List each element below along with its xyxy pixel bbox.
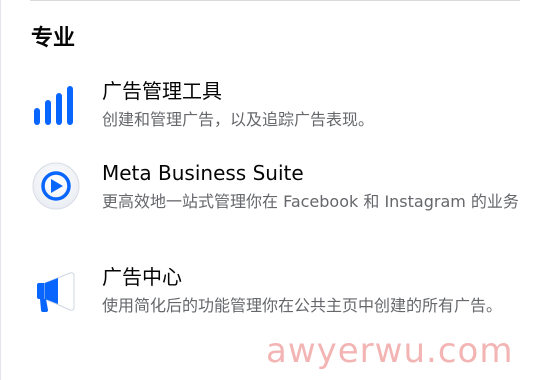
left-border [0,0,1,380]
menu-item-title: Meta Business Suite [102,161,304,185]
menu-item-meta-business-suite[interactable]: Meta Business Suite 更高效地一站式管理你在 Facebook… [30,158,525,242]
menu-item-title: 广告中心 [102,265,182,289]
menu-item-description: 使用简化后的功能管理你在公共主页中创建的所有广告。 [102,296,503,315]
meta-business-suite-icon [30,160,82,212]
menu-item-description: 创建和管理广告，以及追踪广告表现。 [102,110,375,129]
ads-manager-bars-icon [30,80,82,132]
menu-item-title: 广告管理工具 [102,79,222,103]
menu-item-description: 更高效地一站式管理你在 Facebook 和 Instagram 的业务 [102,192,519,211]
megaphone-icon [30,266,82,318]
top-divider [30,0,520,1]
section-title: 专业 [31,26,76,51]
watermark-text: awyerwu.com [266,331,514,371]
menu-item-ads-manager[interactable]: 广告管理工具 创建和管理广告，以及追踪广告表现。 [30,76,525,138]
